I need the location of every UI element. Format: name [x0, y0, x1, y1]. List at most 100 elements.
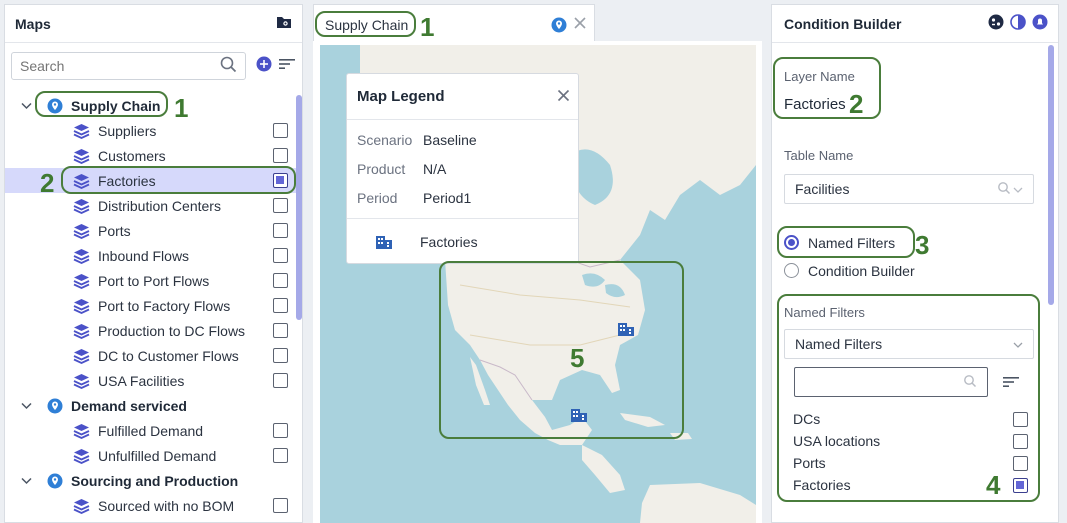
layer-tree: Supply Chain Suppliers Customers Factories D… — [5, 93, 302, 522]
radio-condition-builder-label[interactable]: Condition Builder — [808, 263, 915, 279]
tree-layer-item[interactable]: DC to Customer Flows — [5, 343, 302, 368]
add-map-icon[interactable] — [256, 56, 272, 77]
tree-scrollbar[interactable] — [296, 95, 302, 320]
layer-checkbox[interactable] — [273, 423, 288, 438]
table-name-select[interactable]: Facilities — [784, 174, 1034, 204]
layers-icon — [73, 198, 90, 214]
tree-layer-label: Inbound Flows — [98, 247, 190, 264]
map-tab[interactable]: Supply Chain — [313, 4, 595, 42]
filter-search-icon — [963, 374, 977, 391]
radio-named-filters[interactable] — [784, 235, 799, 250]
tree-group[interactable]: Sourcing and Production — [5, 468, 302, 493]
layer-checkbox[interactable] — [273, 273, 288, 288]
table-name-label: Table Name — [784, 148, 854, 163]
tree-layer-label: DC to Customer Flows — [98, 347, 239, 364]
filter-row[interactable]: USA locations — [793, 430, 1028, 452]
map-area: Map Legend Scenario Baseline Product N/A… — [313, 41, 762, 523]
tree-layer-item[interactable]: Port to Factory Flows — [5, 293, 302, 318]
filter-sort-icon[interactable] — [1002, 375, 1020, 394]
close-tab-icon[interactable] — [573, 16, 587, 35]
sort-icon[interactable] — [278, 57, 296, 76]
annotation-number-2-layer-name: 2 — [849, 89, 864, 119]
factory-marker-usa[interactable] — [617, 321, 635, 342]
tree-layer-item[interactable]: Production to DC Flows — [5, 318, 302, 343]
tree-layer-label: Ports — [98, 222, 131, 239]
named-filters-search[interactable] — [794, 367, 988, 397]
condition-builder-header: Condition Builder — [772, 5, 1058, 43]
tree-layer-item[interactable]: Inbound Flows — [5, 243, 302, 268]
annotation-number-4: 4 — [986, 470, 1001, 500]
panel-scrollbar[interactable] — [1048, 45, 1054, 305]
table-name-value: Facilities — [795, 181, 850, 197]
legend-key-product: Product — [357, 161, 406, 177]
tree-layer-item[interactable]: Fulfilled Demand — [5, 418, 302, 443]
factory-marker-mexico[interactable] — [570, 407, 588, 428]
tree-group[interactable]: Demand serviced — [5, 393, 302, 418]
maps-panel-title: Maps — [15, 15, 51, 32]
notification-icon[interactable] — [1032, 14, 1048, 33]
layer-checkbox[interactable] — [273, 223, 288, 238]
tree-layer-item[interactable]: Suppliers — [5, 118, 302, 143]
maps-panel-header: Maps — [5, 5, 302, 43]
search-icon[interactable] — [220, 56, 237, 76]
user-icon[interactable] — [988, 14, 1004, 33]
map-canvas[interactable]: Map Legend Scenario Baseline Product N/A… — [320, 45, 756, 523]
tree-layer-label: Production to DC Flows — [98, 322, 246, 339]
legend-key-period: Period — [357, 190, 398, 206]
chevron-down-icon[interactable] — [21, 474, 35, 488]
layer-checkbox[interactable] — [273, 348, 288, 363]
tree-layer-label: Sourced with no BOM — [98, 497, 235, 514]
legend-close-icon[interactable] — [557, 89, 570, 107]
tree-layer-item[interactable]: Sourced with no BOM — [5, 493, 302, 518]
radio-named-filters-label[interactable]: Named Filters — [808, 235, 895, 251]
tree-layer-item[interactable]: Customers — [5, 143, 302, 168]
layers-icon — [73, 273, 90, 289]
legend-factory-icon — [375, 234, 393, 255]
layer-checkbox[interactable] — [273, 373, 288, 388]
layer-checkbox[interactable] — [273, 148, 288, 163]
layer-checkbox[interactable] — [273, 448, 288, 463]
layers-icon — [73, 173, 90, 189]
chevron-down-icon[interactable] — [21, 99, 35, 113]
tree-layer-label: USA Facilities — [98, 372, 185, 389]
layer-name-value[interactable]: Factories — [784, 96, 846, 113]
layer-checkbox[interactable] — [273, 173, 288, 188]
chevron-down-icon[interactable] — [21, 399, 35, 413]
filter-checkbox[interactable] — [1013, 477, 1028, 493]
annotation-number-1-tree: 1 — [174, 93, 189, 123]
layer-checkbox[interactable] — [273, 198, 288, 213]
chevron-down-icon — [1013, 181, 1023, 197]
layer-checkbox[interactable] — [273, 123, 288, 138]
layer-checkbox[interactable] — [273, 498, 288, 513]
filter-checkbox[interactable] — [1013, 411, 1028, 427]
tree-layer-item[interactable]: Port to Port Flows — [5, 268, 302, 293]
layers-icon — [73, 223, 90, 239]
annotation-number-3: 3 — [915, 230, 930, 260]
tree-layer-item[interactable]: Unfulfilled Demand — [5, 443, 302, 468]
tree-group-label: Sourcing and Production — [71, 472, 239, 489]
tree-layer-item[interactable]: USA Facilities — [5, 368, 302, 393]
filter-checkbox[interactable] — [1013, 455, 1028, 471]
filter-label: DCs — [793, 411, 821, 427]
named-filters-select[interactable]: Named Filters — [784, 329, 1034, 359]
layers-icon — [73, 448, 90, 464]
annotation-number-1-tab: 1 — [420, 12, 435, 42]
tree-layer-item[interactable]: Ports — [5, 218, 302, 243]
contrast-icon[interactable] — [1010, 14, 1026, 33]
tree-group[interactable]: Supply Chain — [5, 93, 302, 118]
add-map-folder-icon[interactable] — [276, 15, 292, 32]
filter-checkbox[interactable] — [1013, 433, 1028, 449]
annotation-number-2-tree: 2 — [40, 168, 55, 198]
tab-label[interactable]: Supply Chain — [325, 17, 408, 33]
layer-checkbox[interactable] — [273, 298, 288, 313]
filter-row[interactable]: DCs — [793, 408, 1028, 430]
legend-title: Map Legend — [357, 88, 445, 105]
search-input[interactable] — [20, 58, 220, 74]
radio-condition-builder[interactable] — [784, 263, 799, 278]
legend-divider — [347, 119, 578, 120]
search-box[interactable] — [11, 52, 246, 80]
layer-checkbox[interactable] — [273, 323, 288, 338]
chevron-down-icon — [1013, 336, 1023, 352]
legend-divider-2 — [347, 218, 578, 219]
layer-checkbox[interactable] — [273, 248, 288, 263]
